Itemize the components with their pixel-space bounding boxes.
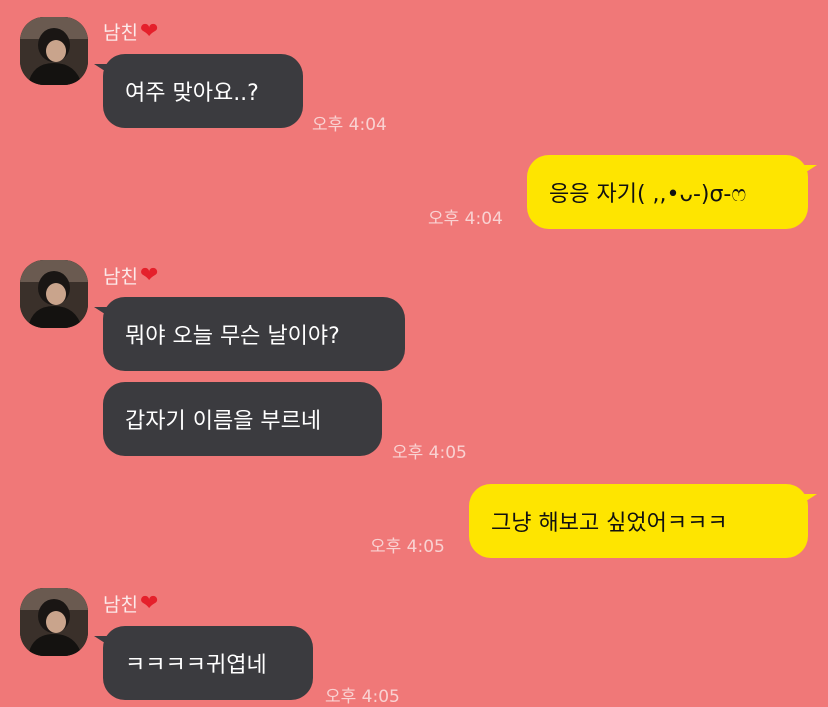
message-text: 뭐야 오늘 무슨 날이야? [125, 324, 340, 349]
avatar-photo [20, 588, 88, 656]
message-text: ㅋㅋㅋㅋ귀엽네 [125, 653, 267, 678]
bubble-tail [94, 307, 108, 316]
incoming-message-bubble[interactable]: ㅋㅋㅋㅋ귀엽네 [94, 626, 313, 700]
red-heart-icon: ❤ [139, 590, 159, 616]
message-text: 여주 맞아요..? [125, 81, 259, 106]
message-time: 오후 4:05 [325, 687, 400, 707]
sender-name: 남친 ❤ [103, 262, 159, 288]
outgoing-message-bubble[interactable]: 응응 자기( ,,•ᴗ-)σ-ෆ [527, 155, 817, 229]
incoming-message-bubble[interactable]: 여주 맞아요..? [94, 54, 303, 128]
contact-avatar[interactable] [20, 17, 88, 85]
bubble-tail [803, 494, 817, 503]
message-text: 응응 자기( ,,•ᴗ-)σ-ෆ [549, 182, 747, 207]
bubble-tail [94, 636, 108, 645]
red-heart-icon: ❤ [139, 18, 159, 44]
contact-avatar[interactable] [20, 588, 88, 656]
incoming-message-bubble[interactable]: 뭐야 오늘 무슨 날이야? [94, 297, 405, 371]
bubble-tail [803, 165, 817, 174]
incoming-message-bubble[interactable]: 갑자기 이름을 부르네 [103, 382, 382, 456]
message-time: 오후 4:05 [392, 443, 467, 463]
message-time: 오후 4:05 [370, 537, 445, 557]
message-time: 오후 4:04 [312, 115, 387, 135]
avatar-photo [20, 17, 88, 85]
avatar-photo [20, 260, 88, 328]
message-text: 갑자기 이름을 부르네 [125, 409, 322, 434]
outgoing-message-bubble[interactable]: 그냥 해보고 싶었어ㅋㅋㅋ [469, 484, 817, 558]
contact-avatar[interactable] [20, 260, 88, 328]
bubble-tail [94, 64, 108, 73]
message-time: 오후 4:04 [428, 209, 503, 229]
message-text: 그냥 해보고 싶었어ㅋㅋㅋ [491, 511, 728, 536]
sender-name: 남친 ❤ [103, 590, 159, 616]
red-heart-icon: ❤ [139, 262, 159, 288]
sender-name: 남친 ❤ [103, 18, 159, 44]
